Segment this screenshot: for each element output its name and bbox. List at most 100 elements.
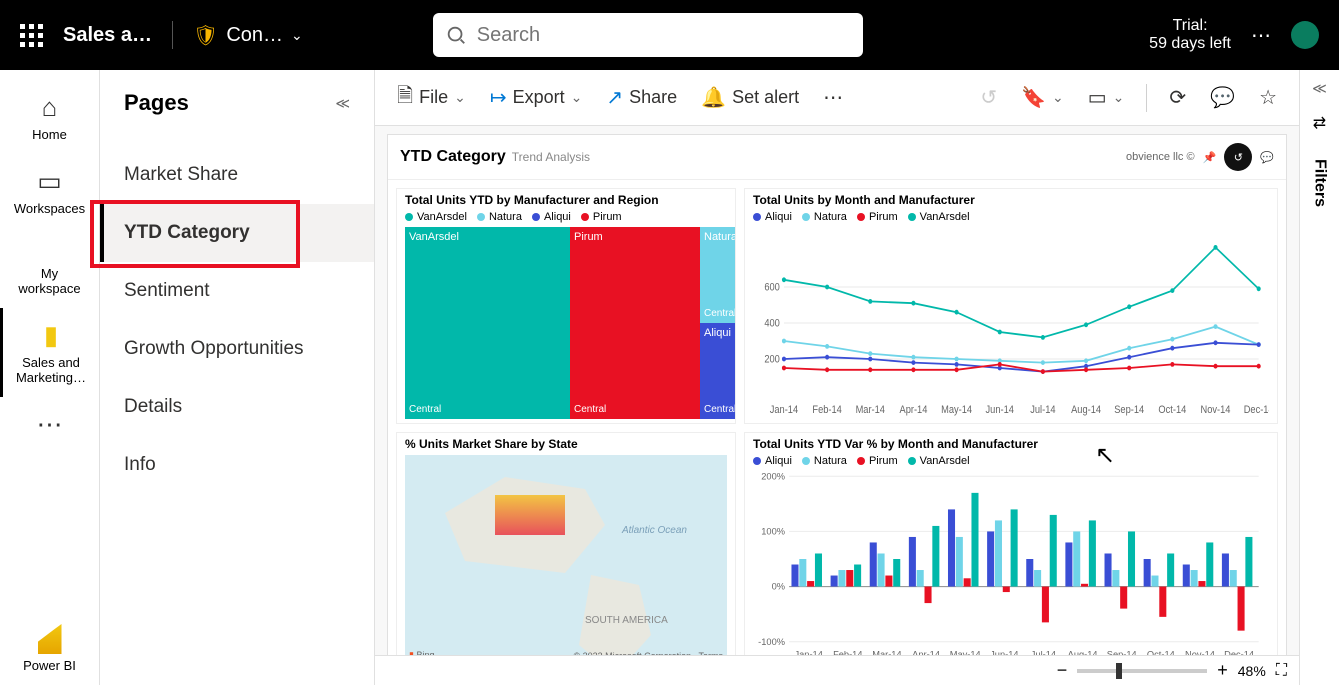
bar-chart-body: -100%0%100%200%Jan-14Feb-14Mar-14Apr-14M… [753, 471, 1269, 663]
ellipsis-icon: ⋯ [823, 85, 843, 110]
refresh-button[interactable]: ⟳ [1159, 79, 1196, 116]
visual-title: % Units Market Share by State [405, 437, 727, 451]
filters-toggle-icon[interactable]: ⇄ [1313, 113, 1326, 133]
avatar[interactable] [1291, 21, 1319, 49]
legend: Aliqui Natura Pirum VanArsdel [753, 211, 1269, 223]
visual-treemap[interactable]: Total Units YTD by Manufacturer and Regi… [396, 188, 736, 424]
bookmark-dropdown[interactable]: 🔖⌄ [1011, 79, 1074, 116]
svg-text:Oct-14: Oct-14 [1158, 404, 1186, 416]
treemap-cell-vanarsdel[interactable]: VanArsdelCentral [405, 227, 570, 419]
svg-text:200%: 200% [761, 471, 785, 482]
legend-item: Pirum [857, 211, 898, 223]
zoom-slider[interactable] [1077, 669, 1207, 673]
app-launcher-icon[interactable] [20, 24, 43, 47]
nav-sales-marketing[interactable]: ▮ Sales and Marketing… [0, 308, 99, 397]
svg-text:Nov-14: Nov-14 [1201, 404, 1231, 416]
svg-text:Mar-14: Mar-14 [856, 404, 886, 416]
export-menu[interactable]: ↦ Export ⌄ [480, 79, 593, 116]
view-dropdown[interactable]: ▭⌄ [1078, 79, 1135, 116]
sensitivity-label: Con… [226, 24, 283, 47]
nav-my-workspace[interactable]: My workspace [0, 228, 99, 308]
svg-text:600: 600 [764, 282, 780, 294]
legend-item: Natura [802, 211, 847, 223]
trial-status: Trial: 59 days left [1149, 17, 1231, 53]
attribution-text: obvience llc © [1126, 151, 1195, 163]
visual-title: Total Units YTD by Manufacturer and Regi… [405, 193, 727, 207]
bookmark-icon: 🔖 [1021, 85, 1046, 110]
report-icon: ▮ [44, 320, 58, 351]
file-icon: 🗎 [397, 81, 413, 115]
more-icon[interactable]: ⋯ [1251, 23, 1271, 48]
top-header: Sales a… 🛡 Con… ⌄ Trial: 59 days left ⋯ [0, 0, 1339, 70]
treemap-body: VanArsdelCentral NaturaCentral PirumCent… [405, 227, 727, 419]
svg-text:200: 200 [764, 354, 780, 366]
search-input[interactable] [433, 13, 863, 57]
visual-map[interactable]: % Units Market Share by State Atlantic O… [396, 432, 736, 668]
svg-text:Jun-14: Jun-14 [986, 404, 1015, 416]
file-menu[interactable]: 🗎 File ⌄ [387, 75, 476, 121]
page-item-details[interactable]: Details [100, 378, 374, 436]
page-item-growth-opportunities[interactable]: Growth Opportunities [100, 320, 374, 378]
legend-item: Aliqui [753, 455, 792, 467]
collapse-panel-icon[interactable]: ≪ [335, 95, 350, 112]
zoom-value: 48% [1238, 663, 1266, 679]
zoom-footer: − + 48% ⛶ [375, 655, 1299, 685]
fit-page-button[interactable]: ⛶ [1276, 662, 1287, 680]
report-canvas: YTD Category Trend Analysis obvience llc… [375, 126, 1299, 685]
chevron-down-icon: ⌄ [291, 27, 303, 44]
comment-icon: 💬 [1210, 85, 1235, 110]
visual-bar-chart[interactable]: Total Units YTD Var % by Month and Manuf… [744, 432, 1278, 668]
svg-text:Jul-14: Jul-14 [1030, 404, 1056, 416]
svg-text:Aug-14: Aug-14 [1071, 404, 1101, 416]
legend-item: Aliqui [753, 211, 792, 223]
more-actions[interactable]: ⋯ [813, 79, 853, 116]
nav-home[interactable]: ⌂ Home [0, 80, 99, 154]
report-area: 🗎 File ⌄ ↦ Export ⌄ ↗ Share 🔔 Set alert … [375, 70, 1299, 685]
sensitivity-dropdown[interactable]: 🛡 Con… ⌄ [193, 23, 303, 48]
share-button[interactable]: ↗ Share [596, 79, 687, 116]
pages-title: Pages [124, 90, 189, 116]
svg-text:0%: 0% [772, 582, 786, 593]
comment-button[interactable]: 💬 [1200, 79, 1245, 116]
treemap-cell-aliqui[interactable]: AliquiCentral [700, 323, 735, 419]
shield-icon: 🛡 [193, 23, 218, 48]
app-title: Sales a… [63, 24, 152, 47]
filters-label[interactable]: Filters [1311, 159, 1329, 207]
reset-button[interactable]: ↺ [970, 79, 1007, 116]
page-item-info[interactable]: Info [100, 436, 374, 494]
treemap-cell-natura[interactable]: NaturaCentral [700, 227, 735, 323]
treemap-cell-pirum[interactable]: PirumCentral [570, 227, 700, 419]
page-item-ytd-category[interactable]: YTD Category [100, 204, 374, 262]
legend-item: Pirum [857, 455, 898, 467]
legend-item: Natura [477, 211, 522, 223]
legend-item: VanArsdel [405, 211, 467, 223]
nav-workspaces[interactable]: ▭ Workspaces [0, 154, 99, 228]
nav-rail: ⌂ Home ▭ Workspaces My workspace ▮ Sales… [0, 70, 100, 685]
workspaces-icon: ▭ [37, 166, 62, 197]
help-badge[interactable]: ↺ [1224, 143, 1252, 171]
search-box [433, 13, 863, 57]
powerbi-icon [38, 624, 62, 654]
page-item-sentiment[interactable]: Sentiment [100, 262, 374, 320]
ellipsis-icon: ⋯ [37, 409, 63, 440]
svg-text:100%: 100% [761, 527, 785, 538]
bell-icon: 🔔 [701, 85, 726, 110]
zoom-out-button[interactable]: − [1057, 660, 1068, 681]
legend-item: Aliqui [532, 211, 571, 223]
page-item-market-share[interactable]: Market Share [100, 146, 374, 204]
expand-filters-icon[interactable]: ≪ [1312, 80, 1327, 97]
home-icon: ⌂ [42, 92, 58, 123]
nav-powerbi[interactable]: Power BI [0, 612, 99, 685]
pin-icon[interactable]: 📌 [1203, 151, 1217, 164]
legend-item: Natura [802, 455, 847, 467]
svg-text:Apr-14: Apr-14 [900, 404, 928, 416]
svg-text:400: 400 [764, 318, 780, 330]
legend-item: VanArsdel [908, 211, 970, 223]
nav-more[interactable]: ⋯ [0, 397, 99, 456]
favorite-button[interactable]: ☆ [1249, 79, 1287, 116]
chat-icon[interactable]: 💬 [1260, 151, 1274, 164]
visual-line-chart[interactable]: Total Units by Month and Manufacturer Al… [744, 188, 1278, 424]
zoom-in-button[interactable]: + [1217, 660, 1228, 681]
refresh-icon: ⟳ [1169, 85, 1186, 110]
set-alert-button[interactable]: 🔔 Set alert [691, 79, 809, 116]
